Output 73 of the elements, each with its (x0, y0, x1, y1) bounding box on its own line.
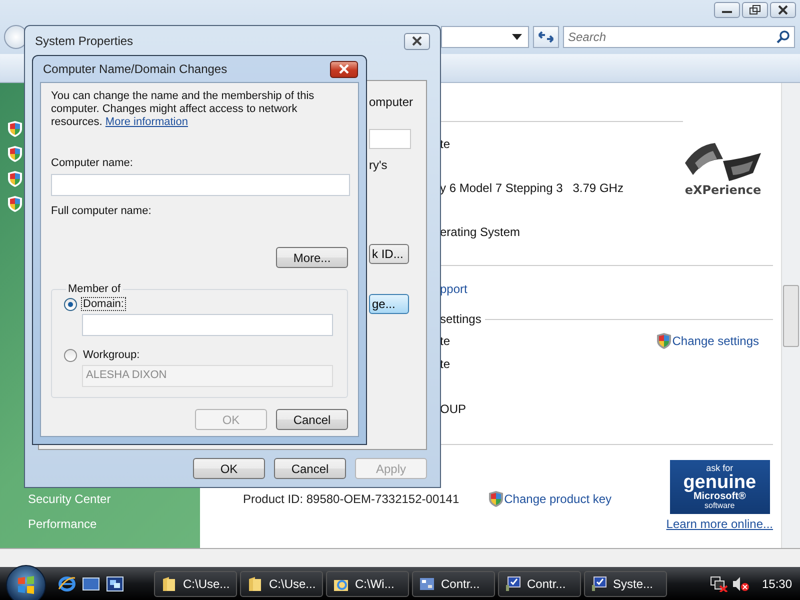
taskbar-button[interactable]: C:\Use... (154, 570, 237, 596)
more-button[interactable]: More... (276, 247, 348, 268)
close-button[interactable] (770, 2, 796, 18)
control-panel-icon (419, 576, 435, 592)
close-button[interactable] (404, 32, 430, 50)
info-text: te (440, 356, 450, 370)
taskbar-button[interactable]: Contr... (498, 570, 581, 596)
taskbar-button[interactable]: C:\Wi... (326, 570, 409, 596)
restore-icon (748, 5, 762, 15)
description-text: You can change the name and the membership of this computer. Changes might affect access to network resources. More information (51, 90, 316, 129)
desktop-icon[interactable] (82, 576, 100, 592)
restore-button[interactable] (742, 2, 768, 18)
close-button[interactable] (330, 60, 358, 78)
info-text: te (440, 334, 450, 348)
taskbar-button[interactable]: Syste... (584, 570, 667, 596)
info-text: OUP (440, 402, 466, 416)
more-information-link[interactable]: More information (105, 116, 188, 128)
genuine-microsoft-badge[interactable]: ask for genuine Microsoft® software (670, 460, 770, 514)
search-field[interactable]: Search (563, 26, 795, 48)
radio-label[interactable]: Domain: (81, 297, 126, 311)
settings-button[interactable]: ge... (369, 294, 409, 314)
shield-icon (8, 146, 22, 162)
group-label: Member of (67, 283, 122, 295)
close-icon (776, 5, 790, 15)
monitor-icon (505, 576, 521, 592)
window-switch-icon[interactable] (106, 576, 124, 592)
dropdown-arrow-icon (512, 34, 522, 40)
scrollbar[interactable] (781, 83, 800, 548)
taskbar-button[interactable]: Contr... (412, 570, 495, 596)
monitor-icon (591, 576, 607, 592)
folder-icon (247, 576, 263, 592)
dialog-button[interactable]: OK (193, 458, 265, 479)
dialog-title: Computer Name/Domain Changes (43, 62, 228, 76)
section-header: settings (440, 312, 482, 326)
network-disconnected-icon[interactable] (710, 576, 728, 592)
close-icon (410, 36, 424, 46)
full-computer-name-label: Full computer name: (51, 205, 152, 218)
windows-logo-icon (16, 574, 36, 594)
folder-icon (161, 576, 177, 592)
change-settings-link[interactable]: Change settings (657, 333, 759, 349)
browser-icon[interactable] (58, 574, 76, 592)
window-title: System Properties (35, 34, 134, 48)
product-id-text: Product ID: 89580-OEM-7332152-00141 (243, 492, 460, 506)
search-icon (776, 30, 790, 44)
settings-button[interactable]: k ID... (369, 244, 409, 264)
close-icon (337, 64, 351, 74)
minimize-button[interactable] (714, 2, 740, 18)
taskbar-button[interactable]: C:\Use... (240, 570, 323, 596)
info-text: te (440, 136, 452, 153)
shield-icon (8, 171, 22, 187)
speaker-muted-icon[interactable] (732, 576, 750, 592)
computer-name-field[interactable] (51, 174, 350, 196)
radio-button[interactable] (64, 298, 77, 310)
label-text: ry's (369, 158, 388, 172)
shield-icon (489, 491, 504, 507)
change-product-key-link[interactable]: Change product key (489, 491, 612, 507)
dialog-button[interactable]: Cancel (274, 458, 346, 479)
input-field[interactable] (369, 129, 411, 149)
support-link[interactable]: pport (440, 282, 468, 296)
shield-icon (8, 121, 22, 137)
shield-icon (8, 196, 22, 212)
learn-more-link[interactable]: Learn more online... (666, 517, 773, 531)
shield-icon (657, 333, 672, 349)
start-button[interactable] (6, 564, 46, 600)
label-text: omputer (369, 95, 414, 109)
input-field[interactable] (82, 314, 333, 336)
experience-logo: eXPerience (683, 139, 763, 197)
computer-name-label: Computer name: (51, 157, 133, 170)
refresh-button[interactable] (533, 26, 559, 48)
clock[interactable]: 15:30 (762, 576, 792, 590)
refresh-icon (538, 30, 554, 44)
dialog-button[interactable]: Cancel (276, 409, 348, 430)
info-text: erating System (440, 224, 522, 241)
